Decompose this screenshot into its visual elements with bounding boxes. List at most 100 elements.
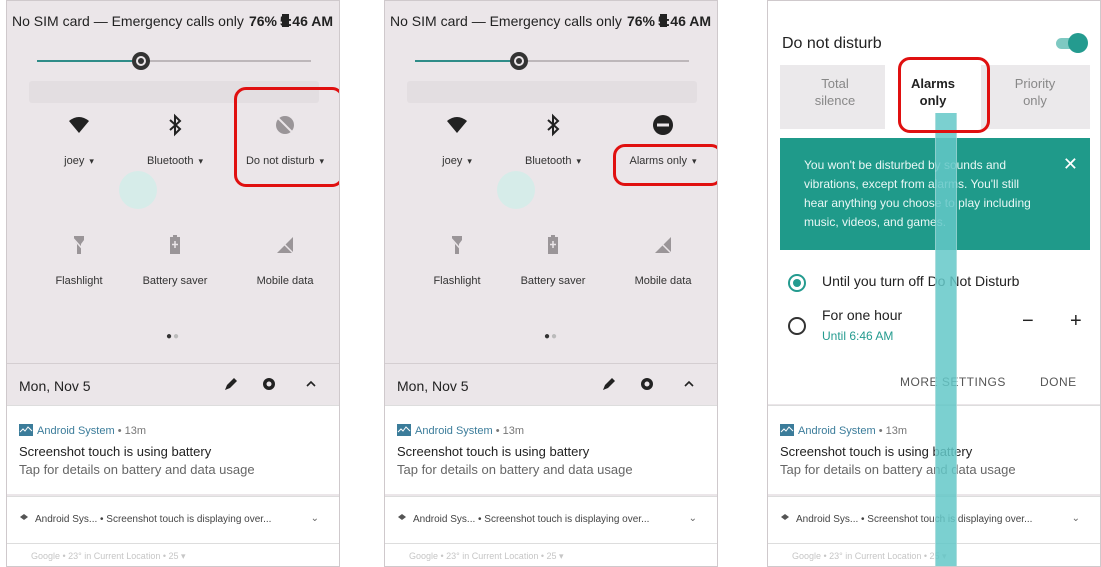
brightness-icon[interactable] xyxy=(508,50,530,72)
edit-icon[interactable] xyxy=(221,374,241,394)
brightness-slider[interactable] xyxy=(415,47,689,77)
tile-flashlight[interactable]: Flashlight xyxy=(407,233,507,333)
notification-time: • 13m xyxy=(875,425,908,437)
chevron-down-icon[interactable]: ▾ xyxy=(319,156,324,166)
tile-do-not-disturb[interactable]: Do not disturb ▾ xyxy=(235,113,335,213)
notification-subtitle: Tap for details on battery and data usag… xyxy=(397,462,633,477)
android-system-icon xyxy=(397,424,411,436)
notification-weather[interactable]: Google • 23° in Current Location • 25 ▾ xyxy=(385,543,717,566)
notification-text: Google • 23° in Current Location • 25 ▾ xyxy=(409,551,564,561)
tile-label: Mobile data xyxy=(256,275,314,287)
mobile-data-icon xyxy=(654,236,672,254)
duration-option-until-off[interactable]: Until you turn off Do Not Disturb xyxy=(822,273,1019,289)
date-label: Mon, Nov 5 xyxy=(19,378,91,394)
notification-overlay[interactable]: Android Sys... • Screenshot touch is dis… xyxy=(768,496,1100,543)
android-system-icon xyxy=(780,424,794,436)
brightness-track-filled xyxy=(415,60,515,62)
do-not-disturb-on-icon xyxy=(653,115,673,135)
page-indicator: ●● xyxy=(543,331,559,342)
chevron-down-icon[interactable]: ▾ xyxy=(198,156,203,166)
brightness-icon[interactable] xyxy=(130,50,152,72)
chevron-down-icon[interactable]: ⌄ xyxy=(689,513,697,524)
tile-label: Battery saver xyxy=(520,275,586,287)
notification-overlay[interactable]: Android Sys... • Screenshot touch is dis… xyxy=(385,496,717,543)
status-bar: No SIM card — Emergency calls only 76% 5… xyxy=(7,1,339,43)
tile-wifi[interactable]: joey ▾ xyxy=(407,113,507,213)
quick-settings-panel-2: No SIM card — Emergency calls only 76% 5… xyxy=(384,0,718,567)
notification-weather[interactable]: Google • 23° in Current Location • 25 ▾ xyxy=(768,543,1100,566)
quick-settings-panel-1: No SIM card — Emergency calls only 76% 5… xyxy=(6,0,340,567)
touch-highlight-strip xyxy=(935,113,957,566)
notification-subtitle: Tap for details on battery and data usag… xyxy=(780,462,1016,477)
duration-option-one-hour[interactable]: For one hour xyxy=(822,307,902,323)
carrier-text: No SIM card — Emergency calls only xyxy=(390,13,622,29)
mode-alarms-only[interactable]: Alarms only xyxy=(888,75,978,109)
brightness-track xyxy=(141,60,311,62)
notification-text: Android Sys... • Screenshot touch is dis… xyxy=(35,514,272,525)
carrier-text: No SIM card — Emergency calls only xyxy=(12,13,244,29)
tile-label: joey xyxy=(442,155,463,167)
radio-until-turn-off[interactable] xyxy=(788,274,806,292)
mode-priority-only[interactable]: Priority only xyxy=(990,75,1080,109)
tile-label: joey xyxy=(64,155,85,167)
clock: 5:46 AM xyxy=(657,13,711,29)
mobile-data-icon xyxy=(276,236,294,254)
layers-icon xyxy=(398,514,406,520)
tile-battery-saver[interactable]: Battery saver xyxy=(503,233,603,333)
tile-label: Flashlight xyxy=(55,275,103,287)
increase-duration-button[interactable]: + xyxy=(1070,310,1082,333)
tile-wifi[interactable]: joey ▾ xyxy=(29,113,129,213)
tile-label: Do not disturb xyxy=(245,155,315,167)
tile-battery-saver[interactable]: Battery saver xyxy=(125,233,225,333)
date-label: Mon, Nov 5 xyxy=(397,378,469,394)
tile-mobile-data[interactable]: Mobile data xyxy=(235,233,335,333)
chevron-down-icon[interactable]: ⌄ xyxy=(311,513,319,524)
notification-subtitle: Tap for details on battery and data usag… xyxy=(19,462,255,477)
notification-text: Google • 23° in Current Location • 25 ▾ xyxy=(31,551,186,561)
chevron-down-icon[interactable]: ⌄ xyxy=(1072,513,1080,524)
notification-app-name: Android System xyxy=(37,425,115,437)
chevron-down-icon[interactable]: ▾ xyxy=(467,156,472,166)
dnd-toggle-switch[interactable] xyxy=(1054,33,1088,53)
notification-battery[interactable]: Android System • 13m Screenshot touch is… xyxy=(7,405,339,494)
chevron-down-icon[interactable]: ▾ xyxy=(576,156,581,166)
notification-app-name: Android System xyxy=(798,425,876,437)
bluetooth-icon xyxy=(547,113,560,137)
dnd-dialog: Do not disturb Total silence Alarms only P… xyxy=(768,1,1100,404)
do-not-disturb-off-icon xyxy=(276,116,294,134)
duration-until-time: Until 6:46 AM xyxy=(822,329,894,343)
notification-text: Android Sys... • Screenshot touch is dis… xyxy=(413,514,650,525)
done-button[interactable]: DONE xyxy=(1040,375,1077,389)
mode-total-silence[interactable]: Total silence xyxy=(790,75,880,109)
settings-gear-icon[interactable] xyxy=(259,374,279,394)
decrease-duration-button[interactable]: − xyxy=(1022,310,1034,333)
tile-label: Bluetooth xyxy=(524,155,572,167)
radio-one-hour[interactable] xyxy=(788,317,806,335)
notification-time: • 13m xyxy=(492,425,525,437)
battery-saver-icon xyxy=(548,235,558,254)
notification-time: • 13m xyxy=(114,425,147,437)
tile-bluetooth[interactable]: Bluetooth ▾ xyxy=(503,113,603,213)
notification-title: Screenshot touch is using battery xyxy=(397,444,590,459)
notification-weather[interactable]: Google • 23° in Current Location • 25 ▾ xyxy=(7,543,339,566)
tile-mobile-data[interactable]: Mobile data xyxy=(613,233,713,333)
chevron-down-icon[interactable]: ▾ xyxy=(692,156,697,166)
notification-overlay[interactable]: Android Sys... • Screenshot touch is dis… xyxy=(7,496,339,543)
tile-bluetooth[interactable]: Bluetooth ▾ xyxy=(125,113,225,213)
brightness-slider[interactable] xyxy=(37,47,311,77)
tile-flashlight[interactable]: Flashlight xyxy=(29,233,129,333)
tile-do-not-disturb[interactable]: Alarms only ▾ xyxy=(613,113,713,213)
close-icon[interactable]: ✕ xyxy=(1063,154,1078,175)
settings-gear-icon[interactable] xyxy=(637,374,657,394)
notification-battery[interactable]: Android System • 13m Screenshot touch is… xyxy=(385,405,717,494)
edit-icon[interactable] xyxy=(599,374,619,394)
chevron-down-icon[interactable]: ▾ xyxy=(89,156,94,166)
chevron-up-icon[interactable] xyxy=(301,374,321,394)
tile-label: Flashlight xyxy=(433,275,481,287)
notification-battery[interactable]: Android System • 13m Screenshot touch is… xyxy=(768,405,1100,494)
tile-label: Mobile data xyxy=(634,275,692,287)
dnd-info-text: You won't be disturbed by sounds and vib… xyxy=(804,158,1031,229)
flashlight-icon xyxy=(70,235,88,255)
chevron-up-icon[interactable] xyxy=(679,374,699,394)
android-system-icon xyxy=(19,424,33,436)
